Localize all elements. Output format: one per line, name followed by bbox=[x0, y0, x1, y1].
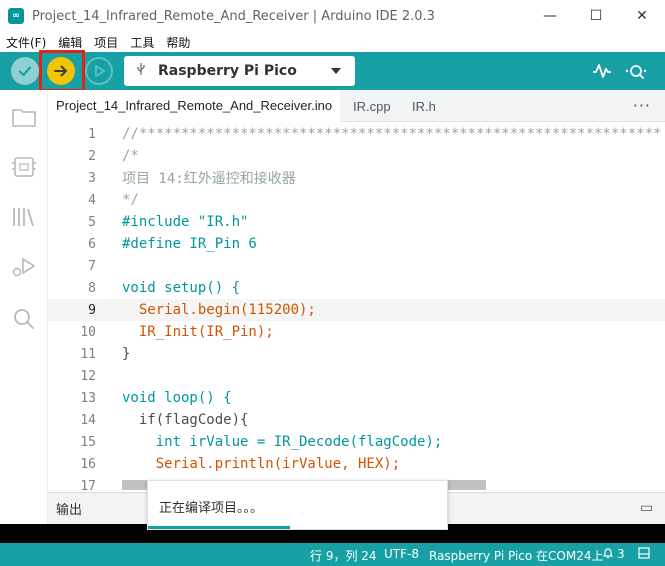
activity-sidebar bbox=[0, 90, 48, 543]
line-number: 15 bbox=[80, 434, 96, 450]
upload-button[interactable] bbox=[47, 57, 75, 85]
code-text: if(flagCode){ bbox=[122, 412, 249, 428]
line-number: 2 bbox=[88, 148, 96, 164]
line-number: 10 bbox=[80, 324, 96, 340]
output-menu-icon[interactable]: ▭ bbox=[640, 500, 653, 516]
window-title: Project_14_Infrared_Remote_And_Receiver … bbox=[32, 8, 435, 24]
debug-sidebar-icon[interactable] bbox=[11, 254, 37, 280]
usb-icon bbox=[136, 62, 146, 80]
more-tabs-icon[interactable]: ··· bbox=[633, 96, 651, 115]
debug-button[interactable] bbox=[85, 57, 113, 85]
menu-file[interactable]: 文件(F) bbox=[6, 34, 46, 51]
search-icon[interactable] bbox=[11, 306, 37, 332]
title-bar: ∞ Project_14_Infrared_Remote_And_Receive… bbox=[0, 0, 665, 32]
code-text: void setup() { bbox=[122, 280, 241, 296]
line-number: 7 bbox=[88, 258, 96, 274]
serial-plotter-button[interactable] bbox=[590, 60, 614, 82]
code-line: 5 #include "IR.h" bbox=[48, 211, 665, 233]
debug-icon bbox=[95, 65, 105, 77]
minimize-button[interactable]: — bbox=[527, 0, 573, 32]
verify-button[interactable] bbox=[11, 57, 39, 85]
tab-ir-cpp[interactable]: IR.cpp bbox=[353, 90, 391, 122]
code-line: 2 /* bbox=[48, 145, 665, 167]
file-encoding[interactable]: UTF-8 bbox=[384, 547, 419, 561]
status-bar: 行 9，列 24 UTF-8 Raspberry Pi Pico 在COM24上… bbox=[0, 543, 665, 566]
code-text: Serial.begin(115200); bbox=[122, 302, 316, 318]
output-tab[interactable]: 输出 bbox=[56, 499, 82, 518]
code-text: IR_Init(IR_Pin); bbox=[122, 324, 274, 340]
boards-manager-icon[interactable] bbox=[11, 154, 37, 180]
code-line: 11 } bbox=[48, 343, 665, 365]
line-number: 6 bbox=[88, 236, 96, 252]
output-console-left bbox=[0, 524, 48, 543]
line-number: 4 bbox=[88, 192, 96, 208]
line-number: 5 bbox=[88, 214, 96, 230]
arduino-logo-icon: ∞ bbox=[8, 8, 24, 24]
line-number: 12 bbox=[80, 368, 96, 384]
code-text: /* bbox=[122, 148, 139, 164]
notification-message: 正在编译项目。。。 bbox=[159, 501, 264, 516]
window-controls: — ☐ ✕ bbox=[527, 0, 665, 32]
current-code-line: 9 Serial.begin(115200); bbox=[48, 299, 665, 321]
code-text: //**************************************… bbox=[122, 126, 662, 142]
code-text: */ bbox=[122, 192, 139, 208]
board-name: Raspberry Pi Pico bbox=[158, 63, 297, 79]
code-line: 16 Serial.println(irValue, HEX); bbox=[48, 453, 665, 475]
code-line: 15 int irValue = IR_Decode(flagCode); bbox=[48, 431, 665, 453]
chevron-down-icon bbox=[331, 68, 341, 74]
compile-progress-bar bbox=[148, 526, 290, 529]
code-text: int irValue = IR_Decode(flagCode); bbox=[122, 434, 443, 450]
menu-sketch[interactable]: 项目 bbox=[94, 34, 118, 51]
code-text: } bbox=[122, 346, 131, 362]
code-text: Serial.println(irValue, HEX); bbox=[122, 456, 401, 472]
line-number: 13 bbox=[80, 390, 96, 406]
maximize-button[interactable]: ☐ bbox=[573, 0, 619, 32]
code-line: 10 IR_Init(IR_Pin); bbox=[48, 321, 665, 343]
menu-tools[interactable]: 工具 bbox=[130, 34, 154, 51]
verify-icon bbox=[18, 66, 32, 77]
library-manager-icon[interactable] bbox=[11, 204, 37, 230]
menu-help[interactable]: 帮助 bbox=[166, 34, 190, 51]
code-text: #define IR_Pin 6 bbox=[122, 236, 257, 252]
menu-edit[interactable]: 编辑 bbox=[58, 34, 82, 51]
code-line: 8 void setup() { bbox=[48, 277, 665, 299]
code-line: 1 //************************************… bbox=[48, 123, 665, 145]
compile-notification: 正在编译项目。。。 bbox=[147, 480, 448, 530]
toggle-output-icon[interactable] bbox=[638, 547, 650, 562]
close-button[interactable]: ✕ bbox=[619, 0, 665, 32]
board-selector[interactable]: Raspberry Pi Pico bbox=[124, 56, 355, 86]
notification-count: 3 bbox=[617, 547, 625, 561]
serial-monitor-icon bbox=[625, 65, 647, 79]
serial-monitor-button[interactable] bbox=[624, 60, 648, 82]
line-number: 3 bbox=[88, 170, 96, 186]
line-number: 11 bbox=[80, 346, 96, 362]
code-editor[interactable]: 1 //************************************… bbox=[48, 122, 665, 492]
line-number: 14 bbox=[80, 412, 96, 428]
line-number: 1 bbox=[88, 126, 96, 142]
tab-main-sketch[interactable]: Project_14_Infrared_Remote_And_Receiver.… bbox=[48, 90, 341, 122]
line-number: 8 bbox=[88, 280, 96, 296]
serial-plotter-icon bbox=[593, 64, 611, 78]
code-text: 项目 14:红外遥控和接收器 bbox=[122, 171, 296, 187]
sketchbook-folder-icon[interactable] bbox=[11, 104, 37, 130]
code-line: 7 bbox=[48, 255, 665, 277]
code-line: 14 if(flagCode){ bbox=[48, 409, 665, 431]
notification-bell-icon[interactable] bbox=[602, 547, 614, 562]
menu-bar: 文件(F) 编辑 项目 工具 帮助 bbox=[0, 32, 665, 52]
code-text: void loop() { bbox=[122, 390, 232, 406]
board-port-status[interactable]: Raspberry Pi Pico 在COM24上 bbox=[429, 547, 604, 564]
code-line: 3 项目 14:红外遥控和接收器 bbox=[48, 167, 665, 189]
editor-tab-bar: Project_14_Infrared_Remote_And_Receiver.… bbox=[48, 90, 665, 122]
code-text: #include "IR.h" bbox=[122, 214, 249, 230]
cursor-position[interactable]: 行 9，列 24 bbox=[310, 547, 377, 564]
line-number: 17 bbox=[80, 478, 96, 493]
code-line: 6 #define IR_Pin 6 bbox=[48, 233, 665, 255]
code-line: 4 */ bbox=[48, 189, 665, 211]
upload-icon bbox=[54, 65, 67, 77]
line-number: 9 bbox=[88, 302, 96, 318]
code-line: 13 void loop() { bbox=[48, 387, 665, 409]
tab-ir-h[interactable]: IR.h bbox=[412, 90, 436, 122]
code-line: 12 bbox=[48, 365, 665, 387]
line-number: 16 bbox=[80, 456, 96, 472]
